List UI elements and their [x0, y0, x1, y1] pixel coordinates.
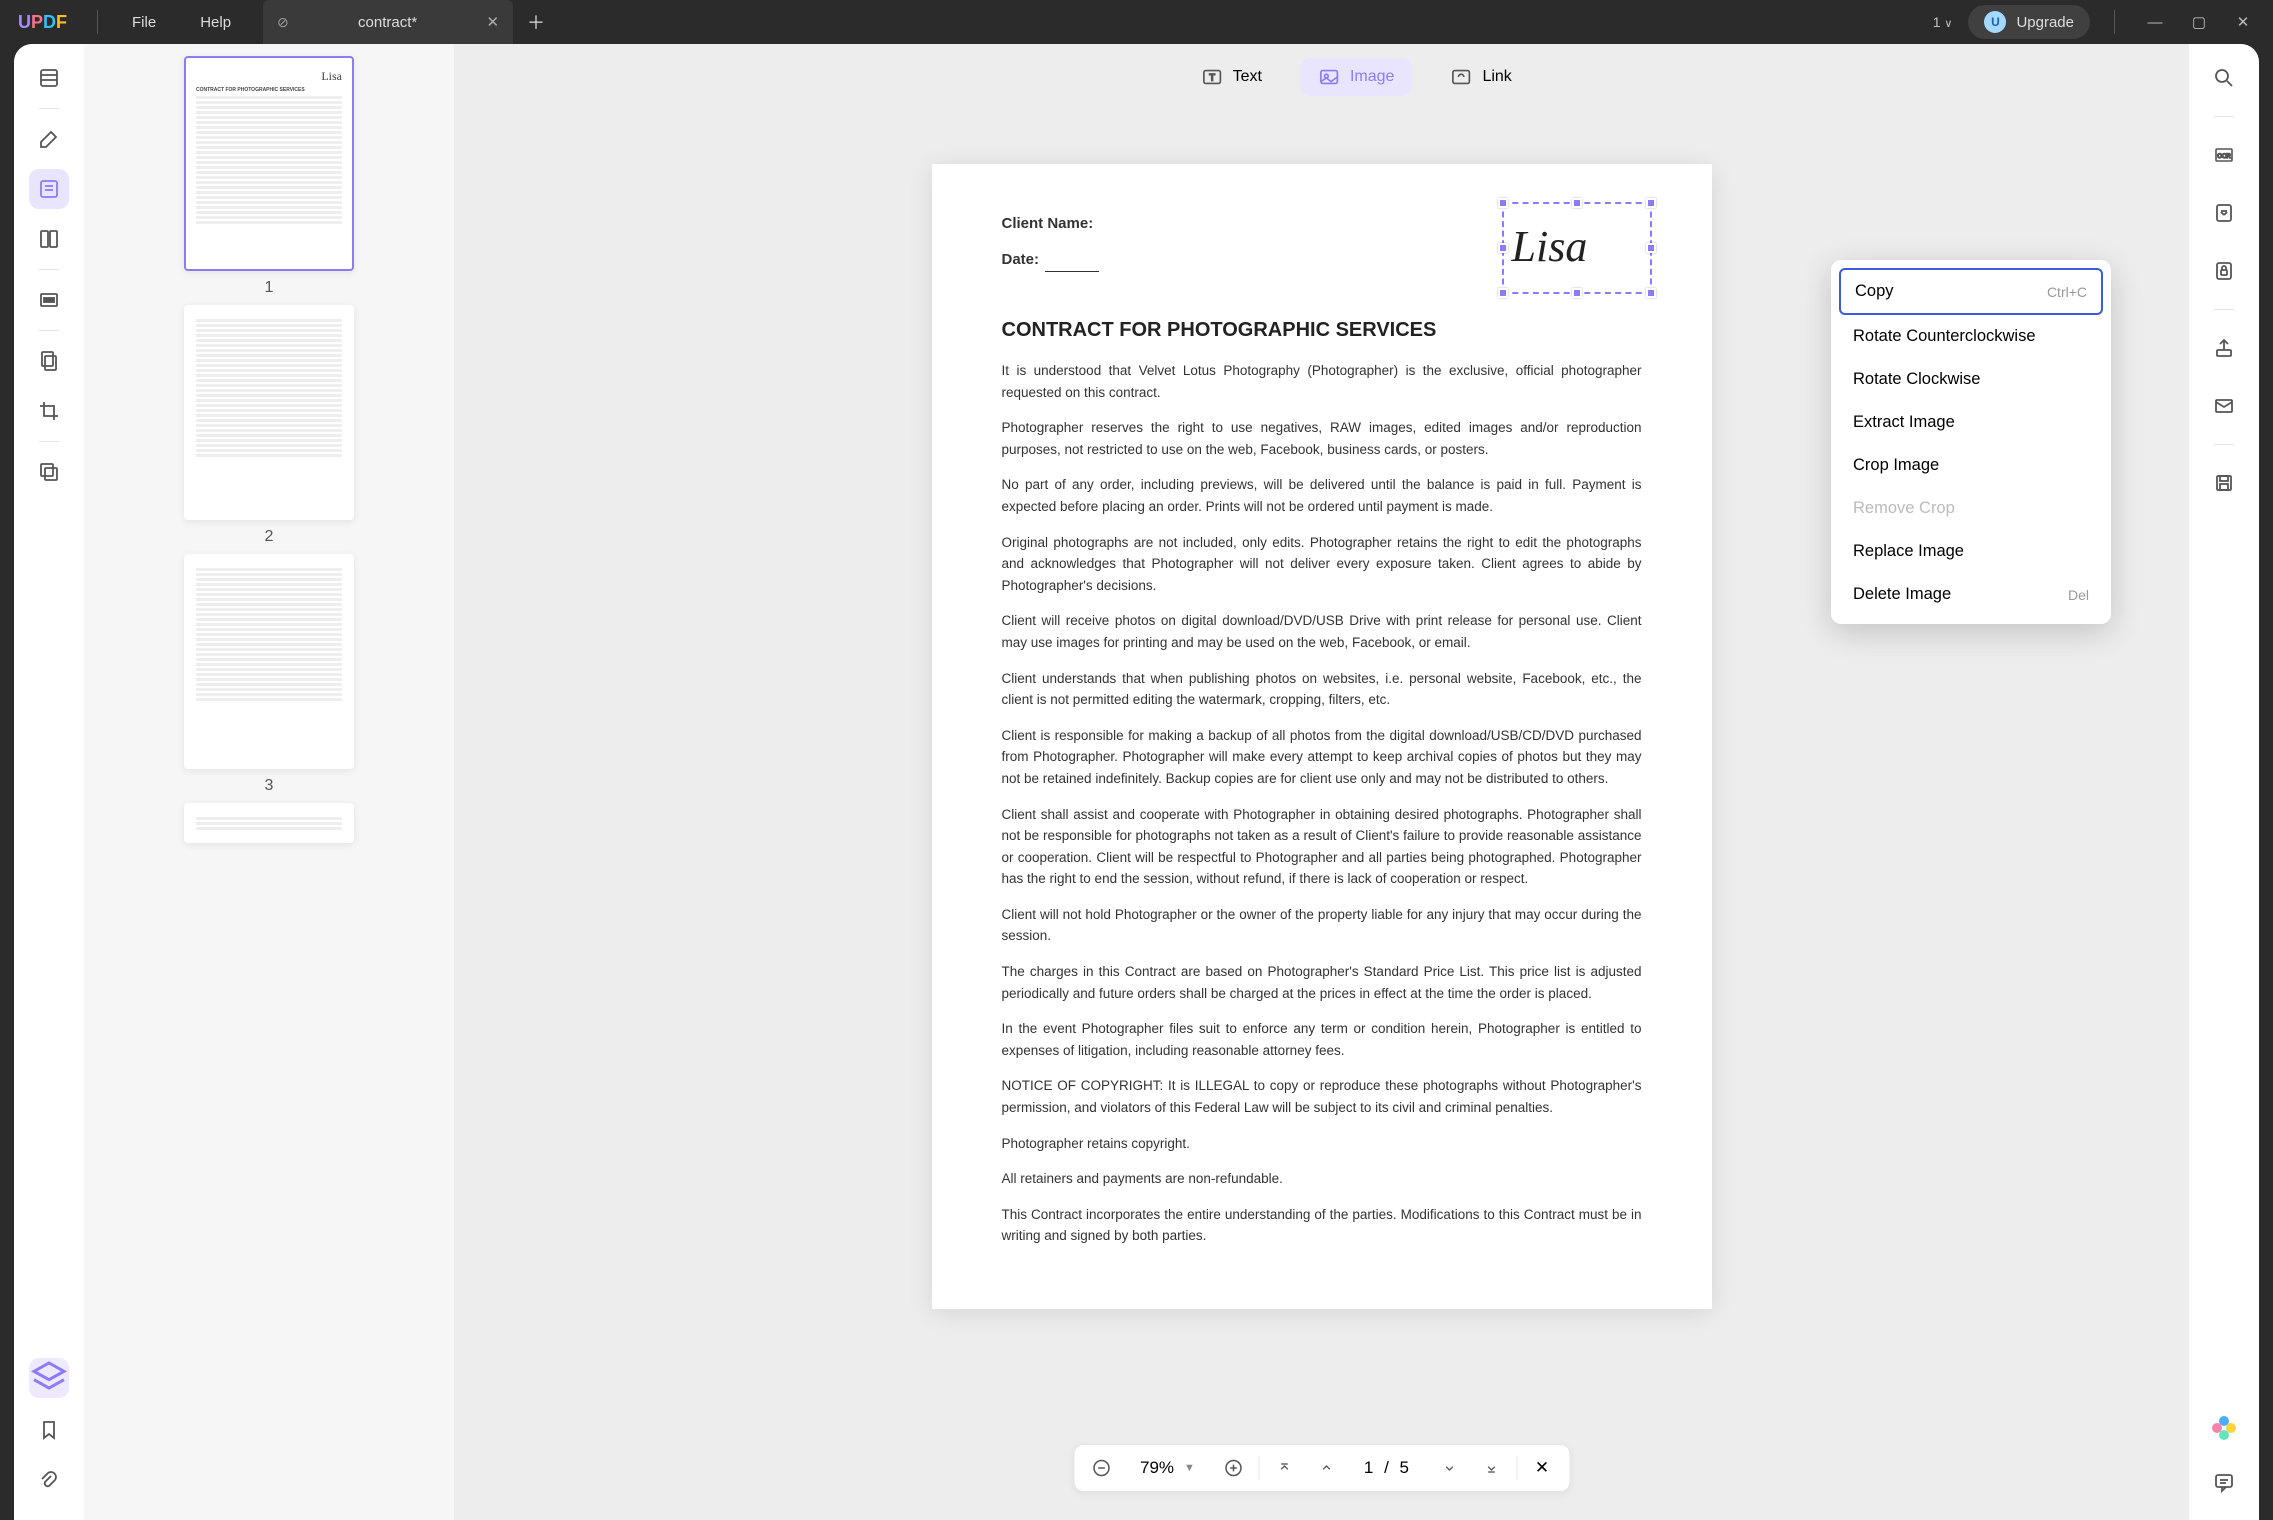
- ai-assistant-icon[interactable]: [2204, 1408, 2244, 1448]
- resize-handle[interactable]: [1498, 243, 1508, 253]
- document-paragraph: No part of any order, including previews…: [1002, 474, 1642, 517]
- avatar: U: [1984, 11, 2006, 33]
- window-close-icon[interactable]: ✕: [2227, 6, 2259, 38]
- document-page: Client Name: Date: Lisa: [932, 164, 1712, 1309]
- document-paragraph: Photographer retains copyright.: [1002, 1133, 1642, 1155]
- resize-handle[interactable]: [1646, 243, 1656, 253]
- context-menu: Copy Ctrl+C Rotate Counterclockwise Rota…: [1831, 260, 2111, 624]
- next-page-button[interactable]: [1432, 1451, 1466, 1485]
- selection-box[interactable]: [1502, 202, 1652, 294]
- recent-count[interactable]: 1 ∨: [1929, 14, 1957, 30]
- tool-batch[interactable]: [29, 452, 69, 492]
- share-icon[interactable]: [2204, 328, 2244, 368]
- first-page-button[interactable]: [1268, 1451, 1302, 1485]
- signature-image[interactable]: Lisa: [1512, 212, 1642, 284]
- context-extract-image[interactable]: Extract Image: [1839, 401, 2103, 444]
- document-paragraph: NOTICE OF COPYRIGHT: It is ILLEGAL to co…: [1002, 1075, 1642, 1118]
- document-paragraph: Photographer reserves the right to use n…: [1002, 417, 1642, 460]
- thumbnail-number: 3: [265, 777, 274, 795]
- date-label: Date:: [1002, 248, 1040, 272]
- last-page-button[interactable]: [1474, 1451, 1508, 1485]
- resize-handle[interactable]: [1646, 198, 1656, 208]
- thumbnail-page-3[interactable]: [184, 554, 354, 769]
- separator: [2114, 10, 2115, 34]
- context-copy[interactable]: Copy Ctrl+C: [1839, 268, 2103, 315]
- tab-draft-icon: ⊘: [277, 14, 289, 31]
- document-paragraph: This Contract incorporates the entire un…: [1002, 1204, 1642, 1247]
- resize-handle[interactable]: [1646, 288, 1656, 298]
- document-paragraph: Client will receive photos on digital do…: [1002, 610, 1642, 653]
- attachment-button[interactable]: [29, 1462, 69, 1502]
- context-crop-image[interactable]: Crop Image: [1839, 444, 2103, 487]
- context-rotate-cw[interactable]: Rotate Clockwise: [1839, 358, 2103, 401]
- convert-icon[interactable]: [2204, 193, 2244, 233]
- zoom-value[interactable]: 79% ▼: [1126, 1458, 1209, 1478]
- document-heading: CONTRACT FOR PHOTOGRAPHIC SERVICES: [1002, 314, 1642, 346]
- menu-file[interactable]: File: [110, 14, 178, 31]
- tool-edit[interactable]: [29, 169, 69, 209]
- app-logo: UPDF: [0, 12, 85, 33]
- client-name-label: Client Name:: [1002, 212, 1094, 236]
- document-paragraph: All retainers and payments are non-refun…: [1002, 1168, 1642, 1190]
- tool-organize[interactable]: [29, 341, 69, 381]
- svg-text:OCR: OCR: [2217, 154, 2231, 160]
- document-paragraph: Client will not hold Photographer or the…: [1002, 904, 1642, 947]
- zoom-out-button[interactable]: [1084, 1451, 1118, 1485]
- document-paragraph: Client understands that when publishing …: [1002, 668, 1642, 711]
- zoom-in-button[interactable]: [1217, 1451, 1251, 1485]
- resize-handle[interactable]: [1572, 198, 1582, 208]
- context-remove-crop: Remove Crop: [1839, 487, 2103, 530]
- context-replace-image[interactable]: Replace Image: [1839, 530, 2103, 573]
- edit-link-tool[interactable]: Link: [1432, 58, 1529, 96]
- context-rotate-ccw[interactable]: Rotate Counterclockwise: [1839, 315, 2103, 358]
- prev-page-button[interactable]: [1310, 1451, 1344, 1485]
- window-minimize-icon[interactable]: —: [2139, 6, 2171, 38]
- thumbnail-page-4[interactable]: [184, 803, 354, 843]
- resize-handle[interactable]: [1498, 198, 1508, 208]
- document-paragraph: Original photographs are not included, o…: [1002, 532, 1642, 597]
- ocr-icon[interactable]: OCR: [2204, 135, 2244, 175]
- tool-form[interactable]: [29, 219, 69, 259]
- tool-thumbnails[interactable]: [29, 58, 69, 98]
- context-delete-image[interactable]: Delete Image Del: [1839, 573, 2103, 616]
- protect-icon[interactable]: [2204, 251, 2244, 291]
- close-zoom-bar[interactable]: ✕: [1525, 1451, 1559, 1485]
- zoom-control-bar: 79% ▼ 1 / 5 ✕: [1073, 1444, 1570, 1492]
- document-paragraph: In the event Photographer files suit to …: [1002, 1018, 1642, 1061]
- thumbnail-page-2[interactable]: [184, 305, 354, 520]
- document-tab[interactable]: ⊘ contract* ✕: [263, 0, 513, 44]
- new-tab-button[interactable]: ＋: [513, 9, 559, 35]
- document-paragraph: It is understood that Velvet Lotus Photo…: [1002, 360, 1642, 403]
- comment-icon[interactable]: [2204, 1462, 2244, 1502]
- tool-highlight[interactable]: [29, 119, 69, 159]
- search-icon[interactable]: [2204, 58, 2244, 98]
- resize-handle[interactable]: [1498, 288, 1508, 298]
- save-icon[interactable]: [2204, 463, 2244, 503]
- thumbnail-number: 1: [265, 279, 274, 297]
- thumbnail-page-1[interactable]: Lisa CONTRACT FOR PHOTOGRAPHIC SERVICES: [184, 56, 354, 271]
- edit-image-tool[interactable]: Image: [1300, 58, 1412, 96]
- svg-text:T: T: [1209, 73, 1215, 83]
- tool-crop[interactable]: [29, 391, 69, 431]
- close-tab-icon[interactable]: ✕: [486, 13, 499, 31]
- document-paragraph: Client shall assist and cooperate with P…: [1002, 804, 1642, 890]
- edit-text-tool[interactable]: T Text: [1183, 58, 1280, 96]
- email-icon[interactable]: [2204, 386, 2244, 426]
- thumbnail-number: 2: [265, 528, 274, 546]
- resize-handle[interactable]: [1572, 288, 1582, 298]
- upgrade-button[interactable]: U Upgrade: [1968, 5, 2090, 39]
- tool-redact[interactable]: [29, 280, 69, 320]
- bookmark-button[interactable]: [29, 1410, 69, 1450]
- thumbnail-panel: Lisa CONTRACT FOR PHOTOGRAPHIC SERVICES …: [84, 44, 454, 1520]
- separator: [97, 10, 98, 34]
- page-indicator[interactable]: 1 / 5: [1352, 1458, 1424, 1478]
- document-paragraph: Client is responsible for making a backu…: [1002, 725, 1642, 790]
- layers-button[interactable]: [29, 1358, 69, 1398]
- tab-title: contract*: [301, 14, 475, 31]
- menu-help[interactable]: Help: [178, 14, 253, 31]
- window-maximize-icon[interactable]: ▢: [2183, 6, 2215, 38]
- document-paragraph: The charges in this Contract are based o…: [1002, 961, 1642, 1004]
